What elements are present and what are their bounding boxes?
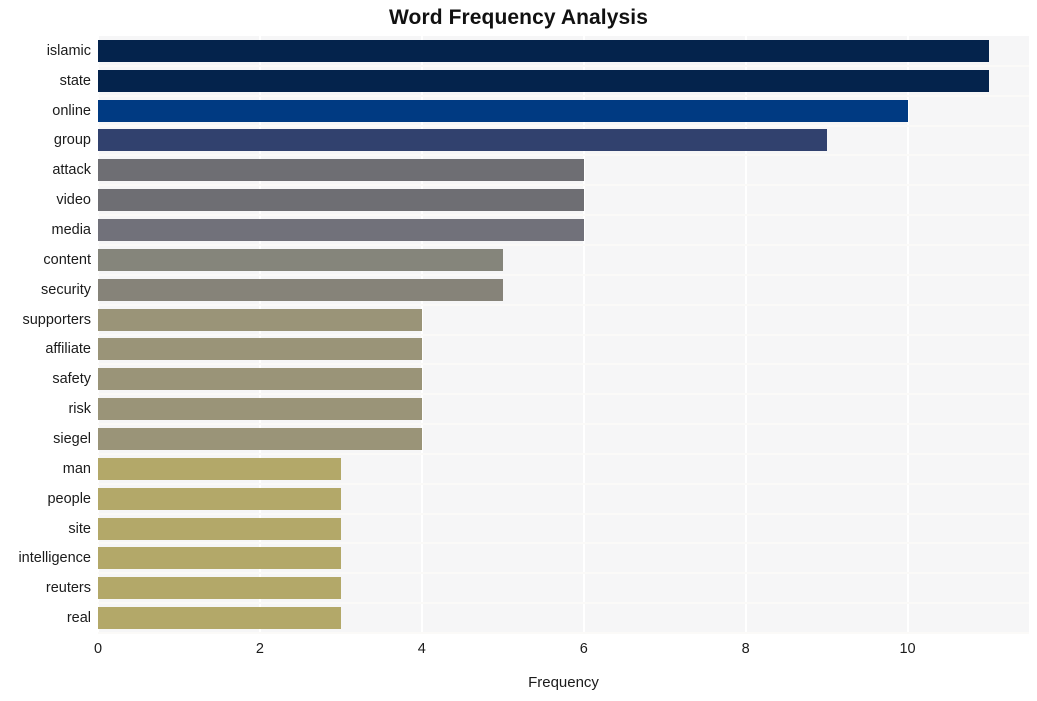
bar-site[interactable] bbox=[98, 517, 341, 540]
row-separator bbox=[98, 274, 1029, 276]
y-tick-label-media: media bbox=[51, 222, 92, 239]
x-tick-label-8: 8 bbox=[741, 641, 750, 657]
y-tick-label-real: real bbox=[66, 610, 91, 627]
row-separator bbox=[98, 453, 1029, 455]
bar-video[interactable] bbox=[98, 189, 584, 212]
y-tick-label-group: group bbox=[53, 132, 91, 149]
row-separator bbox=[98, 423, 1029, 425]
y-tick-label-islamic: islamic bbox=[46, 42, 91, 59]
bar-content[interactable] bbox=[98, 248, 503, 271]
bar-reuters[interactable] bbox=[98, 577, 341, 600]
bar-supporters[interactable] bbox=[98, 308, 422, 331]
y-tick-label-affiliate: affiliate bbox=[45, 341, 91, 358]
y-tick-label-attack: attack bbox=[52, 162, 91, 179]
y-tick-label-man: man bbox=[62, 460, 91, 477]
row-separator bbox=[98, 632, 1029, 634]
bar-siegel[interactable] bbox=[98, 427, 422, 450]
y-tick-label-people: people bbox=[47, 490, 91, 507]
row-separator bbox=[98, 542, 1029, 544]
plot-area bbox=[97, 36, 1029, 634]
y-tick-label-safety: safety bbox=[52, 371, 91, 388]
bar-security[interactable] bbox=[98, 278, 503, 301]
y-tick-label-security: security bbox=[41, 281, 91, 298]
row-separator bbox=[98, 125, 1029, 127]
row-separator bbox=[98, 363, 1029, 365]
row-separator bbox=[98, 483, 1029, 485]
y-tick-label-video: video bbox=[56, 192, 91, 209]
x-tick-label-2: 2 bbox=[255, 641, 264, 657]
y-tick-label-intelligence: intelligence bbox=[18, 550, 91, 567]
x-tick-label-6: 6 bbox=[579, 641, 588, 657]
row-separator bbox=[98, 513, 1029, 515]
row-separator bbox=[98, 304, 1029, 306]
y-tick-label-siegel: siegel bbox=[53, 430, 91, 447]
row-separator bbox=[98, 572, 1029, 574]
bar-man[interactable] bbox=[98, 457, 341, 480]
y-tick-label-reuters: reuters bbox=[45, 580, 91, 597]
y-tick-label-state: state bbox=[59, 72, 91, 89]
bar-attack[interactable] bbox=[98, 159, 584, 182]
row-separator bbox=[98, 393, 1029, 395]
y-tick-label-online: online bbox=[52, 102, 91, 119]
bar-online[interactable] bbox=[98, 99, 908, 122]
row-separator bbox=[98, 334, 1029, 336]
x-tick-label-4: 4 bbox=[417, 641, 426, 657]
bar-media[interactable] bbox=[98, 219, 584, 242]
x-tick-label-0: 0 bbox=[93, 641, 103, 657]
bar-islamic[interactable] bbox=[98, 39, 989, 62]
bar-risk[interactable] bbox=[98, 398, 422, 421]
row-separator bbox=[98, 154, 1029, 156]
row-separator bbox=[98, 602, 1029, 604]
y-tick-label-site: site bbox=[68, 520, 91, 537]
bar-group[interactable] bbox=[98, 129, 827, 152]
row-separator bbox=[98, 184, 1029, 186]
y-tick-label-supporters: supporters bbox=[22, 311, 91, 328]
bar-intelligence[interactable] bbox=[98, 547, 341, 570]
bar-real[interactable] bbox=[98, 607, 341, 630]
chart-title: Word Frequency Analysis bbox=[388, 6, 649, 29]
y-axis-labels: islamic state online group attack video media c… bbox=[0, 36, 91, 633]
row-separator bbox=[98, 65, 1029, 67]
word-frequency-chart: Word Frequency Analysis islamic state onli… bbox=[0, 0, 1037, 701]
bar-safety[interactable] bbox=[98, 368, 422, 391]
row-separator bbox=[98, 244, 1029, 246]
row-separator bbox=[98, 214, 1029, 216]
y-tick-label-risk: risk bbox=[68, 401, 91, 418]
bar-state[interactable] bbox=[98, 69, 989, 92]
x-tick-label-10: 10 bbox=[899, 641, 916, 657]
bar-affiliate[interactable] bbox=[98, 338, 422, 361]
x-axis-title: Frequency bbox=[528, 674, 599, 691]
row-separator bbox=[98, 95, 1029, 97]
y-tick-label-content: content bbox=[43, 251, 91, 268]
x-axis-tick-labels: 0 2 4 6 8 10 bbox=[0, 640, 1037, 662]
bar-people[interactable] bbox=[98, 487, 341, 510]
